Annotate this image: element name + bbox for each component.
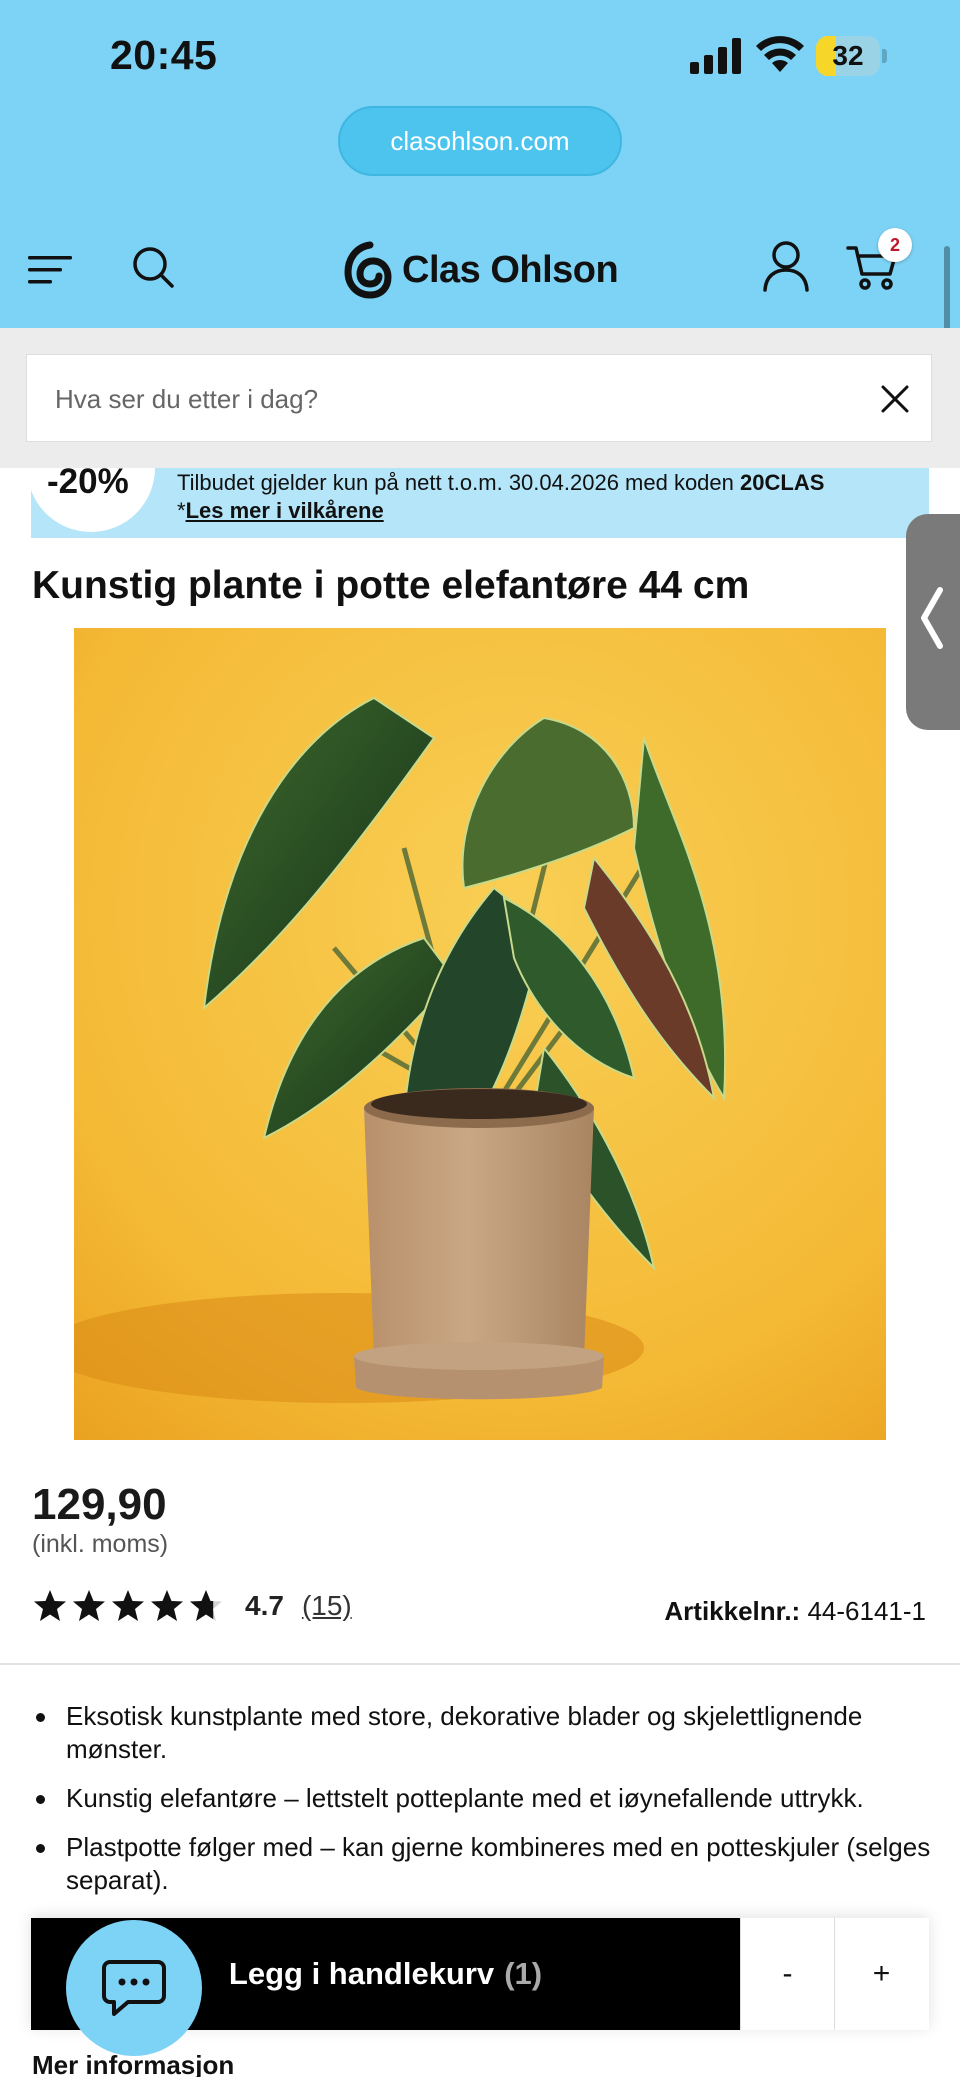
battery-icon: 32 bbox=[816, 36, 888, 76]
increase-quantity-button[interactable]: + bbox=[834, 1918, 928, 2030]
chat-button[interactable] bbox=[66, 1920, 202, 2056]
review-count-link[interactable]: (15) bbox=[302, 1590, 352, 1622]
list-item: Eksotisk kunstplante med store, dekorati… bbox=[32, 1700, 932, 1766]
star-icon bbox=[73, 1590, 105, 1621]
status-time: 20:45 bbox=[110, 32, 218, 78]
search-input[interactable] bbox=[55, 375, 835, 423]
promo-terms: *Les mer i vilkårene bbox=[177, 498, 384, 524]
wifi-icon bbox=[756, 36, 804, 72]
logo-text: Clas Ohlson bbox=[402, 248, 619, 291]
site-logo[interactable]: Clas Ohlson bbox=[344, 238, 619, 302]
list-item: Kunstig elefantøre – lettstelt potteplan… bbox=[32, 1782, 932, 1815]
list-item: Plastpotte følger med – kan gjerne kombi… bbox=[32, 1831, 932, 1897]
section-divider bbox=[0, 1663, 960, 1665]
vat-note: (inkl. moms) bbox=[32, 1530, 169, 1558]
search-icon[interactable] bbox=[130, 244, 176, 290]
product-image[interactable] bbox=[74, 628, 886, 1440]
terms-link[interactable]: Les mer i vilkårene bbox=[186, 498, 384, 523]
search-panel bbox=[0, 328, 960, 468]
article-number: Artikkelnr.: 44-6141-1 bbox=[664, 1596, 926, 1627]
cart-count-badge: 2 bbox=[878, 228, 912, 262]
star-icon bbox=[34, 1590, 66, 1621]
decrease-quantity-button[interactable]: - bbox=[740, 1918, 834, 2030]
side-panel-tab[interactable] bbox=[906, 514, 960, 730]
clas-ohlson-logo-icon bbox=[344, 241, 392, 299]
promo-description: Tilbudet gjelder kun på nett t.o.m. 30.0… bbox=[177, 470, 734, 495]
article-number-value: 44-6141-1 bbox=[807, 1596, 926, 1626]
product-rating[interactable]: 4.7 (15) bbox=[32, 1586, 352, 1626]
promo-terms-prefix: * bbox=[177, 498, 186, 523]
discount-percent: -20% bbox=[47, 468, 129, 501]
article-number-label: Artikkelnr.: bbox=[664, 1596, 801, 1626]
cellular-signal-icon bbox=[690, 38, 741, 74]
star-icon bbox=[151, 1590, 183, 1621]
rating-stars bbox=[32, 1588, 227, 1624]
address-bar[interactable]: clasohlson.com bbox=[338, 106, 622, 176]
product-price: 129,90 bbox=[32, 1480, 167, 1529]
rating-value: 4.7 bbox=[245, 1590, 284, 1621]
chevron-left-icon bbox=[921, 587, 943, 649]
cart-quantity: (1) bbox=[504, 1956, 543, 1991]
search-field bbox=[26, 354, 932, 442]
product-title: Kunstig plante i potte elefantøre 44 cm bbox=[32, 564, 750, 607]
status-bar: 20:45 32 bbox=[0, 0, 960, 110]
promo-code: 20CLAS bbox=[740, 470, 825, 495]
menu-icon[interactable] bbox=[28, 250, 74, 290]
chat-icon bbox=[102, 1960, 166, 2016]
star-icon bbox=[112, 1590, 144, 1621]
star-icon bbox=[190, 1590, 222, 1621]
close-icon[interactable] bbox=[873, 377, 917, 421]
site-nav: Clas Ohlson bbox=[0, 230, 960, 310]
promo-banner: -20% Tilbudet gjelder kun på nett t.o.m.… bbox=[31, 468, 929, 538]
product-highlights: Eksotisk kunstplante med store, dekorati… bbox=[32, 1700, 932, 1913]
battery-level: 32 bbox=[832, 40, 864, 71]
account-icon[interactable] bbox=[762, 240, 810, 292]
more-info-heading[interactable]: Mer informasjon bbox=[32, 2050, 234, 2077]
header-area: 20:45 32 clasohlson.com Clas Ohlson 2 bbox=[0, 0, 960, 328]
add-to-cart-label: Legg i handlekurv bbox=[228, 1956, 495, 1991]
promo-text: Tilbudet gjelder kun på nett t.o.m. 30.0… bbox=[177, 470, 824, 496]
